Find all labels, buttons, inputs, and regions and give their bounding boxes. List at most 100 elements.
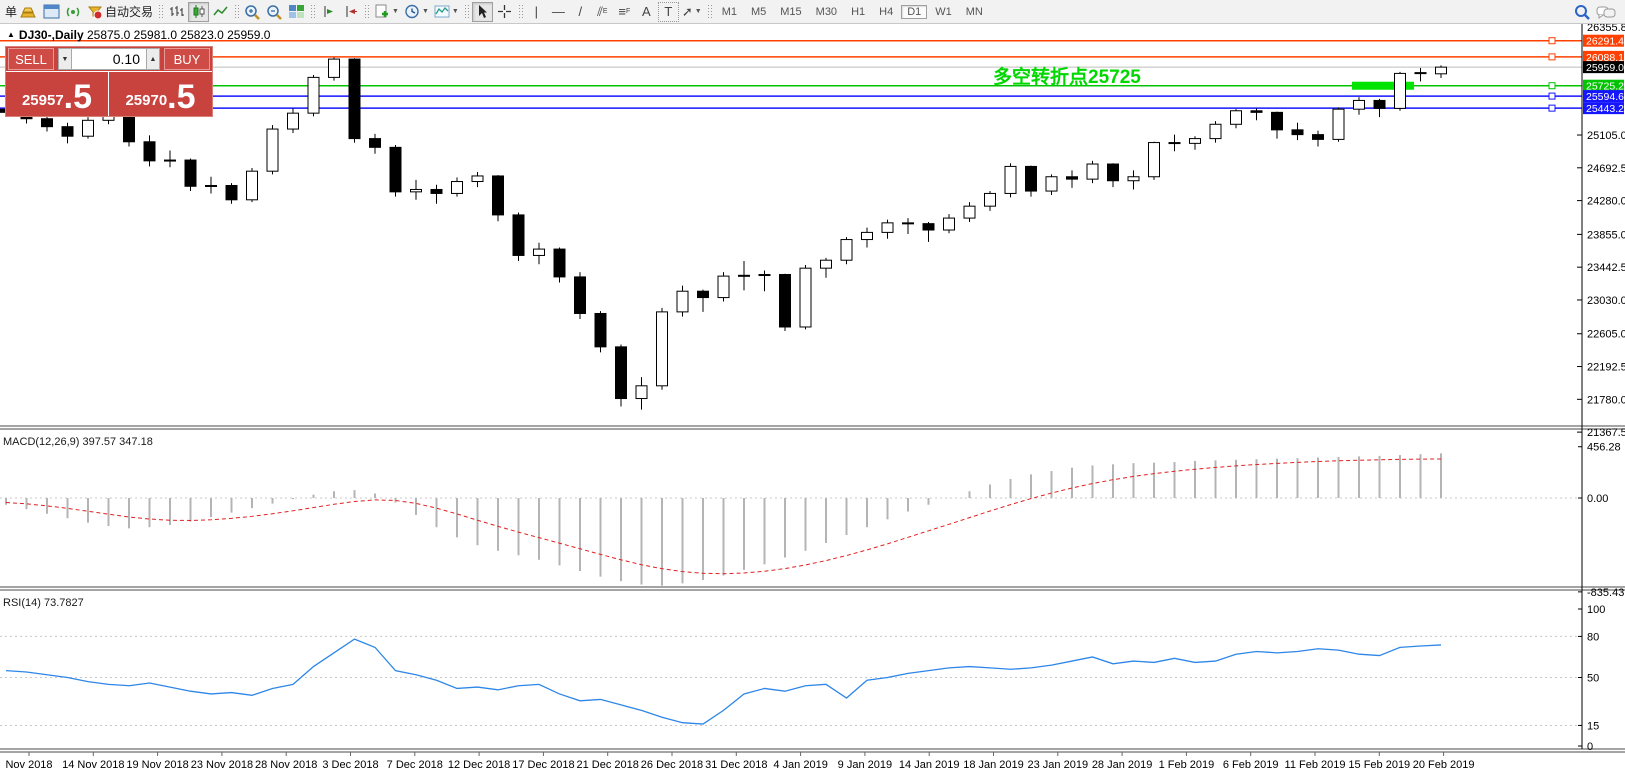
- zoom-in-icon: [244, 4, 261, 20]
- indicators-button[interactable]: ▼: [432, 2, 461, 22]
- zoom-in-button[interactable]: [242, 2, 263, 22]
- shift-end-icon: [321, 4, 337, 19]
- autotrading-icon: [87, 4, 103, 19]
- candle-body: [452, 182, 463, 194]
- timeframe-D1[interactable]: D1: [901, 5, 927, 19]
- timeframe-M15[interactable]: M15: [774, 5, 807, 19]
- timeframe-M1[interactable]: M1: [716, 5, 743, 19]
- trendline-tool[interactable]: /: [570, 2, 591, 22]
- arrows-tool[interactable]: ➚▼: [680, 2, 704, 22]
- channel-tool[interactable]: ⫽E: [592, 2, 613, 22]
- buy-price-main: 25970: [125, 93, 167, 108]
- date-label: 20 Feb 2019: [1413, 759, 1475, 771]
- main-toolbar: 单 自动交易 ▼ ▼: [0, 0, 1625, 24]
- candle-body: [329, 59, 340, 77]
- chart-window-icon: [43, 4, 60, 19]
- fibonacci-tool[interactable]: ≡F: [614, 2, 635, 22]
- horizontal-line-tool[interactable]: —: [548, 2, 569, 22]
- candlestick-button[interactable]: [188, 2, 209, 22]
- chart-canvas[interactable]: 26355.825105.024692.524280.023855.023442…: [0, 24, 1625, 776]
- signals-button[interactable]: [63, 2, 84, 22]
- candle-body: [1251, 111, 1262, 113]
- timeframe-H4[interactable]: H4: [873, 5, 899, 19]
- buy-price-display[interactable]: 25970 .5: [109, 72, 212, 116]
- text-tool[interactable]: A: [636, 2, 657, 22]
- candle-body: [411, 189, 422, 191]
- timeframe-M30[interactable]: M30: [810, 5, 843, 19]
- candle-body: [1272, 112, 1283, 129]
- line-handle[interactable]: [1549, 38, 1555, 44]
- candle-body: [1149, 143, 1160, 177]
- candle-body: [370, 139, 381, 148]
- candle-body: [247, 171, 258, 200]
- sell-button[interactable]: SELL: [8, 48, 54, 70]
- volume-input[interactable]: 0.10: [72, 48, 146, 70]
- candle-body: [390, 147, 401, 192]
- candle-body: [349, 59, 360, 138]
- line-handle[interactable]: [1549, 54, 1555, 60]
- text-label-tool[interactable]: T: [658, 2, 679, 22]
- dropdown-caret-icon: ▼: [452, 8, 459, 15]
- macd-tick-label: 456.28: [1587, 442, 1621, 454]
- vertical-line-tool[interactable]: |: [526, 2, 547, 22]
- sell-price-display[interactable]: 25957 .5: [6, 72, 109, 116]
- candle-body: [677, 291, 688, 312]
- volume-increase-button[interactable]: ▲: [146, 48, 160, 70]
- buy-button[interactable]: BUY: [164, 48, 210, 70]
- candle-body: [841, 240, 852, 261]
- chat-icon: [1596, 4, 1616, 20]
- candle-body: [1169, 143, 1180, 144]
- new-order-button[interactable]: [18, 2, 40, 22]
- timeframe-W1[interactable]: W1: [929, 5, 958, 19]
- price-tick-label: 22192.5: [1587, 362, 1625, 374]
- candle-body: [964, 206, 975, 218]
- timeframe-MN[interactable]: MN: [960, 5, 989, 19]
- line-chart-button[interactable]: [210, 2, 231, 22]
- date-label: 23 Jan 2019: [1028, 759, 1089, 771]
- signals-icon: [65, 4, 82, 19]
- toolbar-separator: [464, 4, 469, 20]
- bar-chart-button[interactable]: [166, 2, 187, 22]
- zoom-out-icon: [266, 4, 283, 20]
- candle-body: [944, 218, 955, 230]
- crosshair-button[interactable]: [494, 2, 515, 22]
- cursor-button[interactable]: [472, 2, 493, 22]
- price-tick-label: 21780.0: [1587, 394, 1625, 406]
- timeframe-M5[interactable]: M5: [745, 5, 772, 19]
- candle-body: [513, 215, 524, 256]
- volume-decrease-button[interactable]: ▼: [58, 48, 72, 70]
- candle-body: [1046, 177, 1057, 191]
- periods-button[interactable]: ▼: [402, 2, 431, 22]
- chat-button[interactable]: [1594, 2, 1618, 22]
- candle-body: [1292, 130, 1303, 135]
- autotrading-button[interactable]: 自动交易: [85, 2, 155, 22]
- date-label: 28 Nov 2018: [255, 759, 317, 771]
- line-handle[interactable]: [1549, 105, 1555, 111]
- zoom-out-button[interactable]: [264, 2, 285, 22]
- new-chart-button[interactable]: ▼: [372, 2, 401, 22]
- date-label: 9 Jan 2019: [838, 759, 892, 771]
- bar-chart-icon: [169, 4, 185, 19]
- chart-window-button[interactable]: [41, 2, 62, 22]
- chart-area[interactable]: 26355.825105.024692.524280.023855.023442…: [0, 24, 1625, 776]
- candle-body: [1333, 109, 1344, 139]
- date-label: 12 Dec 2018: [448, 759, 510, 771]
- panel-toggle-icon[interactable]: ▲: [7, 30, 15, 39]
- clock-icon: [404, 4, 420, 19]
- tile-windows-button[interactable]: [286, 2, 307, 22]
- date-label: 21 Dec 2018: [577, 759, 639, 771]
- candle-body: [185, 160, 196, 186]
- candle-body: [206, 185, 217, 186]
- auto-scroll-button[interactable]: [340, 2, 361, 22]
- timeframe-H1[interactable]: H1: [845, 5, 871, 19]
- shift-end-button[interactable]: [318, 2, 339, 22]
- search-button[interactable]: [1572, 2, 1593, 22]
- line-handle[interactable]: [1549, 93, 1555, 99]
- dropdown-caret-icon: ▼: [695, 8, 702, 15]
- price-tick-partial: 26355.8: [1587, 24, 1625, 34]
- rsi-line: [6, 639, 1441, 724]
- date-label: 15 Feb 2019: [1348, 759, 1410, 771]
- line-handle[interactable]: [1549, 83, 1555, 89]
- rsi-tick-label: 50: [1587, 673, 1599, 685]
- indicators-icon: [434, 4, 450, 19]
